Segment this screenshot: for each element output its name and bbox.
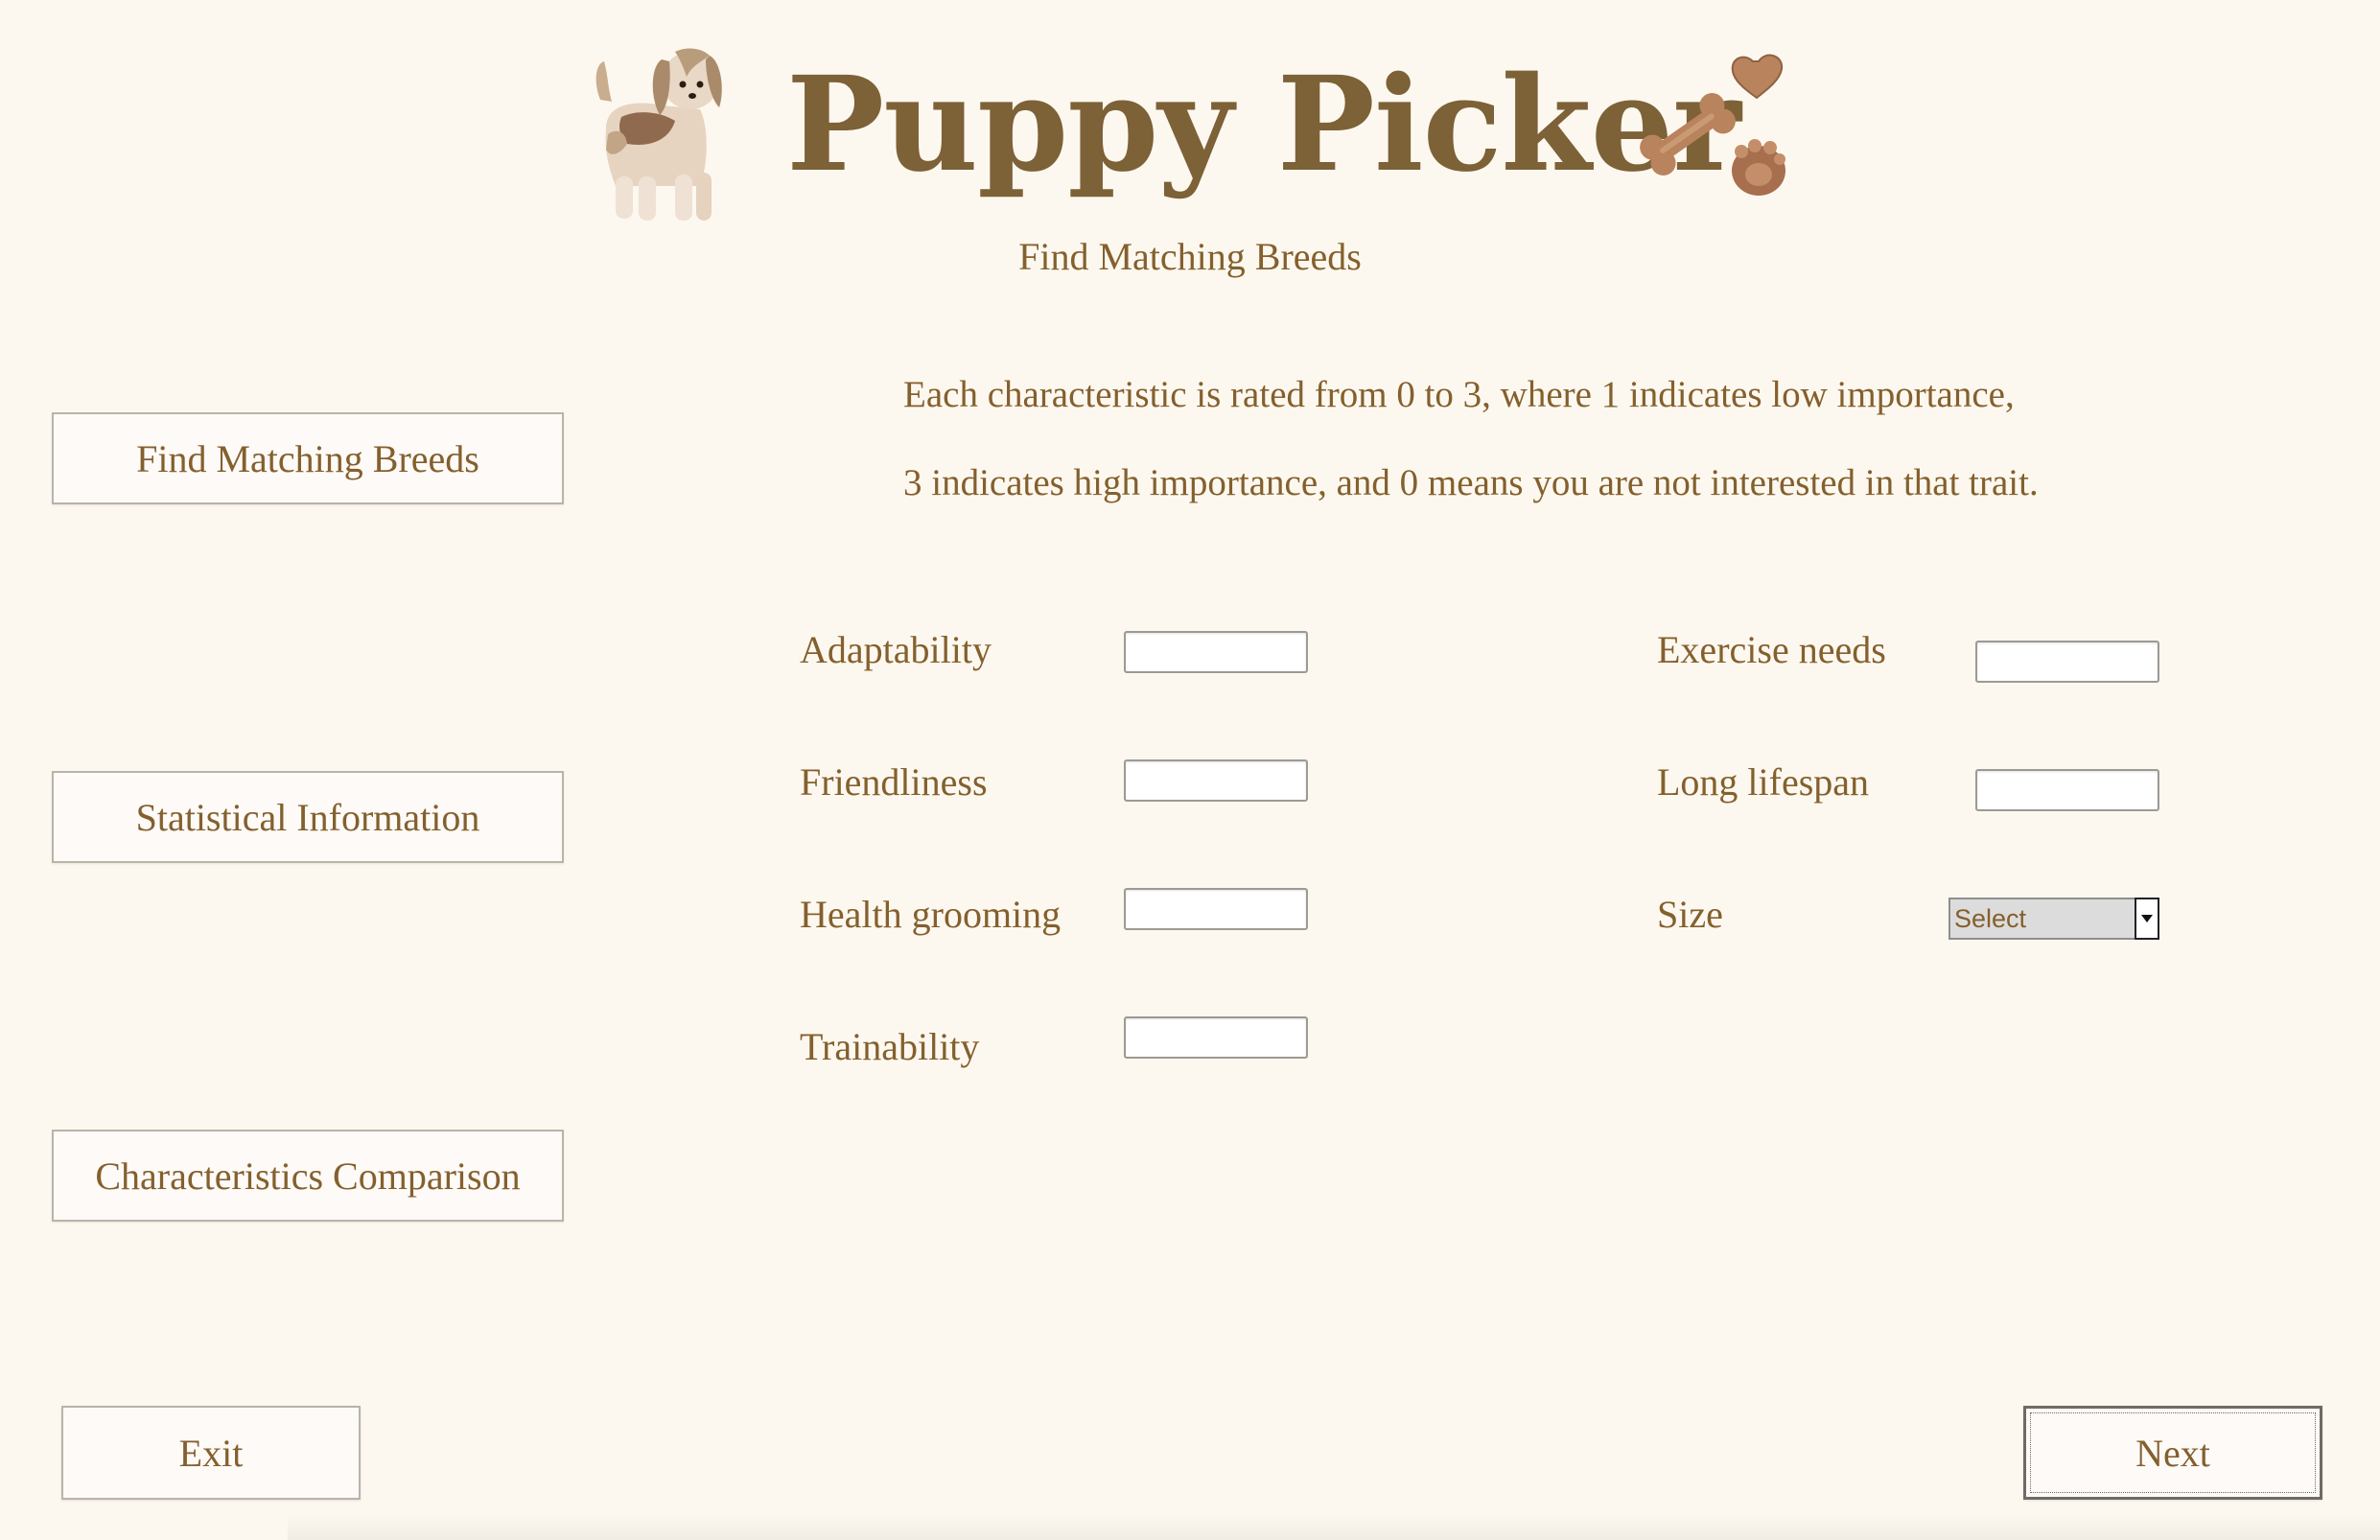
nav-characteristics-comparison-button[interactable]: Characteristics Comparison [52, 1130, 564, 1222]
friendliness-input[interactable] [1124, 759, 1308, 802]
nav-statistical-information-button[interactable]: Statistical Information [52, 771, 564, 863]
size-label: Size [1657, 893, 1723, 936]
friendliness-label: Friendliness [800, 760, 988, 804]
chevron-down-icon[interactable] [2135, 898, 2159, 940]
exercise-needs-label: Exercise needs [1657, 628, 1886, 671]
health-grooming-input[interactable] [1124, 888, 1308, 930]
adaptability-input[interactable] [1124, 631, 1308, 673]
trainability-input[interactable] [1124, 1016, 1308, 1059]
nav-find-matching-breeds-button[interactable]: Find Matching Breeds [52, 412, 564, 504]
adaptability-label: Adaptability [800, 628, 992, 671]
next-button[interactable]: Next [2023, 1406, 2322, 1500]
long-lifespan-label: Long lifespan [1657, 760, 1870, 804]
size-select[interactable]: Select [1948, 898, 2159, 940]
app-window: Puppy Picker Find Matching Breeds Find M… [0, 0, 2380, 1540]
long-lifespan-input[interactable] [1975, 769, 2159, 811]
instruction-line-2: 3 indicates high importance, and 0 means… [903, 462, 2039, 503]
window-bottom-shadow [288, 1515, 2380, 1540]
instruction-line-1: Each characteristic is rated from 0 to 3… [903, 374, 2015, 415]
exit-button[interactable]: Exit [61, 1406, 361, 1500]
page-subtitle: Find Matching Breeds [1018, 235, 1362, 278]
size-select-value: Select [1948, 898, 2135, 940]
exercise-needs-input[interactable] [1975, 641, 2159, 683]
dog-icon [595, 48, 722, 221]
bone-heart-paw-icon [1640, 54, 1785, 196]
app-title: Puppy Picker [786, 48, 1741, 201]
health-grooming-label: Health grooming [800, 893, 1062, 936]
trainability-label: Trainability [800, 1025, 980, 1068]
